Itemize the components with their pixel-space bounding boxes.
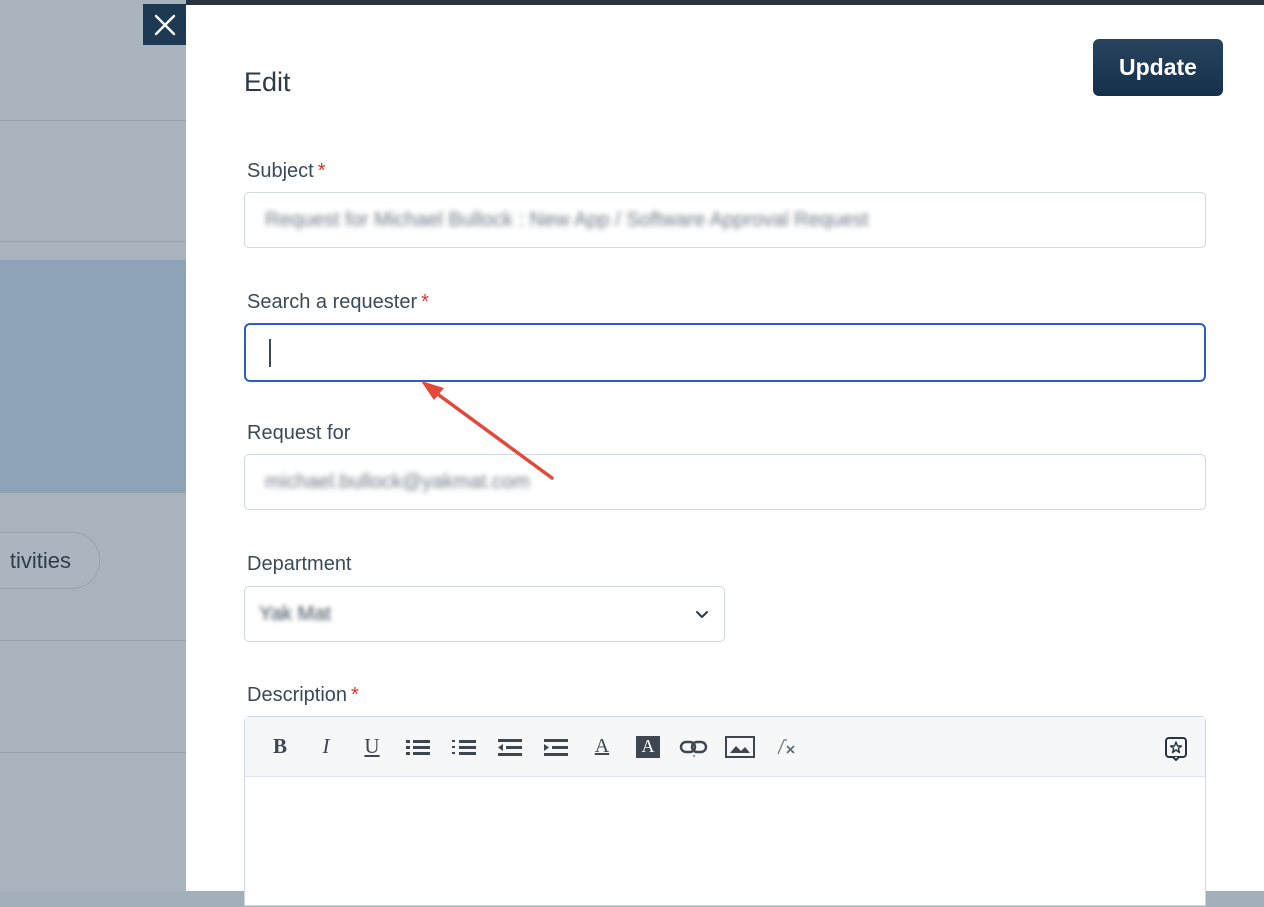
link-icon bbox=[679, 740, 708, 756]
department-select[interactable]: Yak Mat bbox=[244, 586, 725, 642]
divider bbox=[0, 752, 186, 753]
background-selected-region bbox=[0, 260, 186, 492]
editor-toolbar: B I U A A bbox=[245, 717, 1205, 777]
font-color-button[interactable]: A bbox=[587, 732, 617, 762]
required-marker: * bbox=[317, 160, 326, 182]
subject-label-text: Subject bbox=[247, 160, 314, 182]
description-body[interactable] bbox=[245, 777, 1205, 907]
requester-label: Search a requester * bbox=[247, 291, 429, 314]
numbered-list-icon bbox=[452, 739, 476, 755]
requester-search-input[interactable] bbox=[244, 323, 1206, 382]
divider bbox=[0, 640, 186, 641]
divider bbox=[0, 241, 186, 242]
outdent-icon bbox=[498, 738, 522, 756]
request-for-input[interactable]: michael.bullock@yakmat.com bbox=[244, 454, 1206, 510]
indent-button[interactable] bbox=[541, 732, 571, 762]
requester-label-text: Search a requester bbox=[247, 291, 418, 313]
insert-image-button[interactable] bbox=[725, 732, 755, 762]
bulleted-list-button[interactable] bbox=[403, 732, 433, 762]
subject-input[interactable]: Request for Michael Bullock : New App / … bbox=[244, 192, 1206, 248]
clear-format-icon bbox=[777, 738, 795, 754]
divider bbox=[0, 492, 186, 493]
department-label: Department bbox=[247, 553, 352, 575]
background-color-glyph: A bbox=[636, 735, 660, 758]
request-for-value: michael.bullock@yakmat.com bbox=[265, 470, 530, 493]
description-editor: B I U A A bbox=[244, 716, 1206, 906]
request-for-label: Request for bbox=[247, 422, 351, 444]
insert-link-button[interactable] bbox=[679, 732, 709, 762]
activities-tab: tivities bbox=[0, 532, 100, 589]
required-marker: * bbox=[351, 684, 359, 706]
department-value: Yak Mat bbox=[259, 602, 331, 625]
drawer-title: Edit bbox=[244, 67, 291, 97]
bulleted-list-icon bbox=[406, 739, 430, 755]
close-drawer-button[interactable] bbox=[143, 4, 186, 45]
background-section bbox=[0, 121, 186, 241]
numbered-list-button[interactable] bbox=[449, 732, 479, 762]
bold-button[interactable]: B bbox=[265, 732, 295, 762]
edit-drawer: Edit Update Subject * Request for Michael… bbox=[186, 5, 1264, 906]
underline-button[interactable]: U bbox=[357, 732, 387, 762]
subject-label: Subject * bbox=[247, 160, 326, 183]
image-icon bbox=[725, 735, 755, 758]
text-caret bbox=[269, 338, 271, 367]
activities-tab-label: tivities bbox=[9, 547, 71, 573]
required-marker: * bbox=[421, 291, 429, 313]
close-icon bbox=[154, 14, 175, 35]
outdent-button[interactable] bbox=[495, 732, 525, 762]
background-color-button[interactable]: A bbox=[633, 732, 663, 762]
update-button[interactable]: Update bbox=[1093, 39, 1223, 96]
star-badge-icon bbox=[1165, 737, 1187, 761]
description-label-text: Description bbox=[247, 684, 348, 706]
italic-button[interactable]: I bbox=[311, 732, 341, 762]
subject-value: Request for Michael Bullock : New App / … bbox=[265, 208, 869, 231]
clear-format-button[interactable] bbox=[771, 732, 801, 762]
canned-response-button[interactable] bbox=[1161, 733, 1191, 763]
chevron-down-icon bbox=[696, 611, 708, 618]
description-label: Description * bbox=[247, 684, 359, 707]
background-app: tivities bbox=[0, 0, 186, 891]
indent-icon bbox=[544, 738, 568, 756]
